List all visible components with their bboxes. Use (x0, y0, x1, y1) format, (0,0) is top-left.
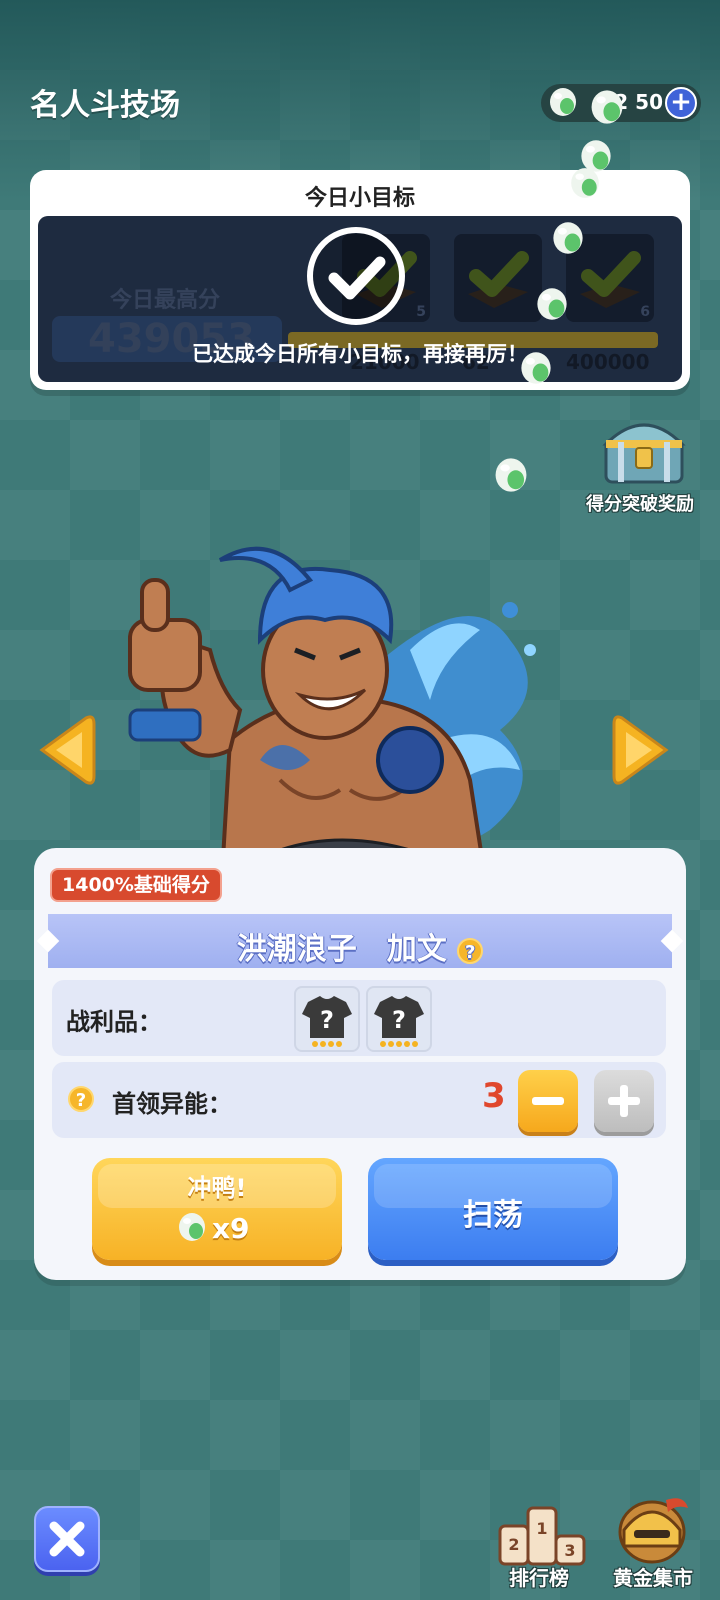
minus-icon (532, 1097, 564, 1105)
egg-icon (537, 288, 567, 320)
egg-icon (571, 168, 599, 198)
help-icon[interactable]: ? (68, 1086, 94, 1112)
golden-helmet-icon[interactable] (604, 1490, 700, 1568)
daily-goals-card: 今日小目标 今日最高分 439053 5 6 21000 62 400000 已… (30, 170, 690, 390)
egg-icon (550, 88, 576, 116)
boss-name-row: 洪潮浪子 加文 ? (48, 924, 672, 968)
loot-row: 战利品： ? ? (52, 980, 666, 1056)
plus-icon: + (670, 87, 692, 117)
egg-icon (179, 1213, 205, 1241)
base-score-tag: 1400%基础得分 (50, 868, 222, 902)
page-title: 名人斗技场 (30, 88, 180, 123)
previous-arrow-button[interactable] (36, 712, 96, 788)
loot-label: 战利品： (66, 1008, 162, 1036)
podium-icon[interactable]: 2 1 3 (494, 1490, 590, 1568)
egg-icon (553, 222, 583, 254)
close-icon (49, 1521, 85, 1557)
close-button[interactable] (34, 1506, 100, 1572)
egg-icon (521, 352, 551, 384)
loot-item[interactable]: ? (366, 986, 432, 1052)
sweep-label: 扫荡 (463, 1198, 523, 1233)
ability-value: 3 (482, 1076, 506, 1116)
ability-label: 首领异能： (112, 1090, 232, 1118)
goals-complete-message: 已达成今日所有小目标，再接再厉！ (192, 342, 528, 366)
boss-card: 1400%基础得分 洪潮浪子 加文 ? 战利品： ? ? ? 首领异能： 3 冲… (34, 848, 686, 1280)
egg-icon (591, 90, 623, 124)
svg-text:1: 1 (536, 1519, 547, 1538)
mystery-outfit-icon: ? (302, 996, 352, 1047)
leaderboard-label[interactable]: 排行榜 (474, 1562, 604, 1591)
sweep-button[interactable]: 扫荡 (368, 1158, 618, 1260)
challenge-label: 冲鸭! (187, 1174, 247, 1202)
loot-item[interactable]: ? (294, 986, 360, 1052)
rarity-stars (380, 1041, 418, 1047)
add-currency-button[interactable]: + (665, 87, 697, 119)
next-arrow-button[interactable] (612, 712, 672, 788)
treasure-chest-icon[interactable] (598, 410, 690, 486)
boss-ability-row: ? 首领异能： 3 (52, 1062, 666, 1138)
reward-chest-label[interactable]: 得分突破奖励 (570, 490, 710, 516)
decrease-button[interactable] (518, 1070, 578, 1132)
svg-text:2: 2 (508, 1535, 519, 1554)
loot-glyph: ? (392, 1006, 406, 1034)
increase-button[interactable] (594, 1070, 654, 1132)
boss-name: 洪潮浪子 加文 (236, 932, 447, 967)
challenge-button[interactable]: 冲鸭! x9 (92, 1158, 342, 1260)
loot-glyph: ? (320, 1006, 334, 1034)
gold-market-label[interactable]: 黄金集市 (588, 1562, 718, 1591)
mystery-outfit-icon: ? (374, 996, 424, 1047)
egg-icon (495, 458, 527, 492)
help-icon[interactable]: ? (457, 937, 484, 964)
boss-name-ribbon: 洪潮浪子 加文 ? (36, 914, 684, 968)
svg-text:3: 3 (564, 1541, 575, 1560)
rarity-stars (312, 1041, 342, 1047)
challenge-cost: x9 (212, 1212, 250, 1245)
big-check-icon (307, 227, 405, 325)
